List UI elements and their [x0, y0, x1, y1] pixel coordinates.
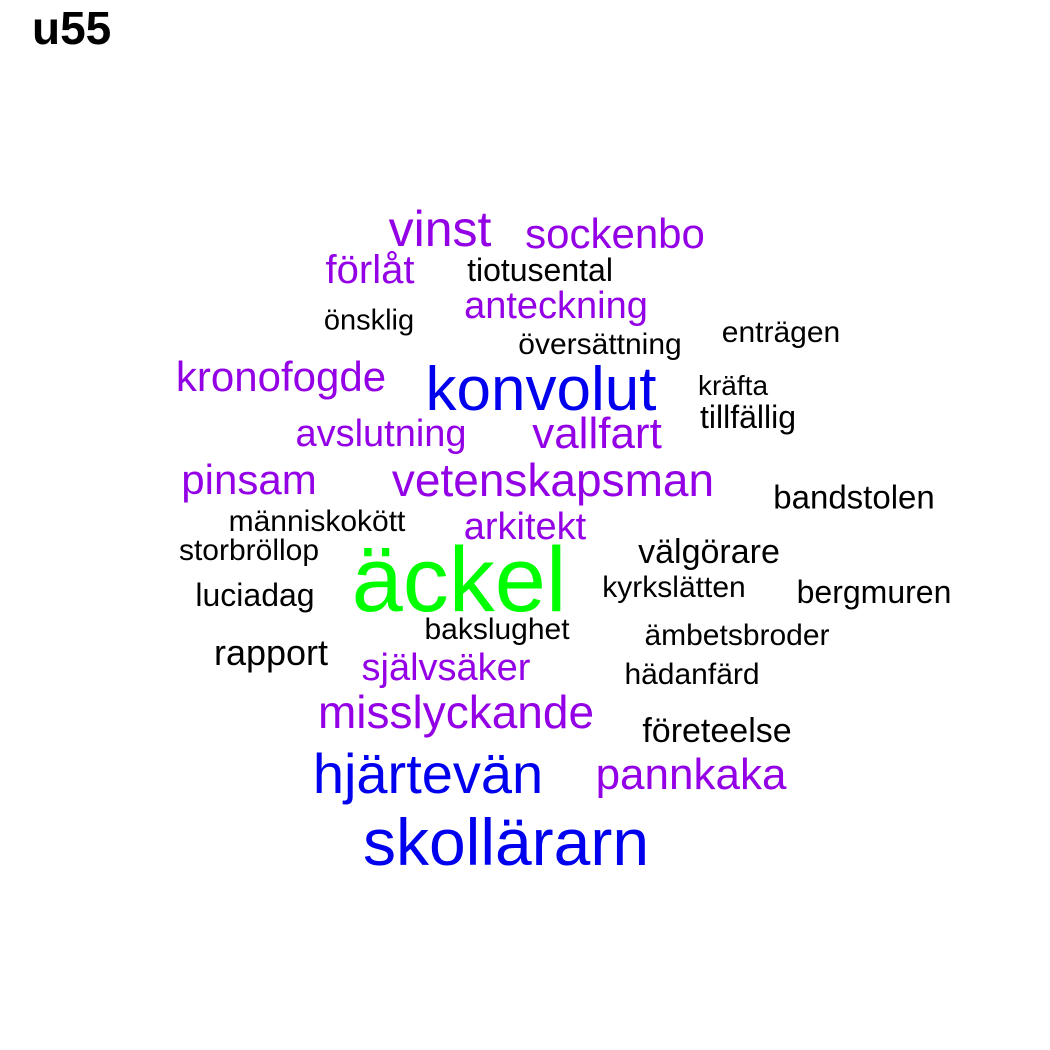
cloud-title: u55	[32, 2, 112, 54]
word-bakslughet: bakslughet	[424, 613, 570, 646]
word-sockenbo: sockenbo	[525, 210, 705, 257]
word-arkitekt: arkitekt	[463, 506, 587, 548]
word-tiotusental: tiotusental	[467, 252, 613, 288]
word-sjalvsaker: självsäker	[361, 647, 531, 689]
word-pannkaka: pannkaka	[595, 750, 787, 799]
word-hjartevan: hjärtevän	[312, 742, 544, 805]
word-entragen: enträgen	[721, 316, 841, 349]
word-luciadag: luciadag	[195, 577, 315, 613]
word-kronofogde: kronofogde	[175, 353, 387, 400]
word-rapport: rapport	[213, 632, 329, 673]
word-manniskokott: människokött	[228, 505, 406, 538]
word-hadanfard: hädanfärd	[624, 658, 760, 691]
word-bergmuren: bergmuren	[796, 574, 952, 610]
word-kyrkslatten: kyrkslätten	[602, 571, 746, 604]
word-vinst: vinst	[388, 201, 492, 257]
word-vallfart: vallfart	[532, 409, 662, 458]
word-foreteelse: företeelse	[642, 712, 792, 750]
word-onsklig: önsklig	[323, 304, 415, 337]
word-ambetsbroder: ämbetsbroder	[644, 619, 830, 652]
word-bandstolen: bandstolen	[773, 478, 935, 516]
word-krafta: kräfta	[697, 370, 769, 401]
word-misslyckande: misslyckande	[317, 686, 595, 738]
word-tillfallig: tillfällig	[699, 399, 797, 435]
word-storbrollop: storbröllop	[178, 534, 320, 567]
word-forlat: förlåt	[325, 248, 415, 292]
word-oversattning: översättning	[518, 328, 682, 361]
word-cloud: u55 äckel skollärarn konvolut hjärtevän vins…	[0, 0, 1050, 1050]
word-vetenskapsman: vetenskapsman	[391, 454, 715, 506]
word-avslutning: avslutning	[295, 413, 467, 455]
word-skollararn: skollärarn	[362, 805, 650, 879]
word-pinsam: pinsam	[181, 456, 317, 503]
word-anteckning: anteckning	[464, 285, 648, 327]
word-valgorare: välgörare	[638, 533, 780, 571]
